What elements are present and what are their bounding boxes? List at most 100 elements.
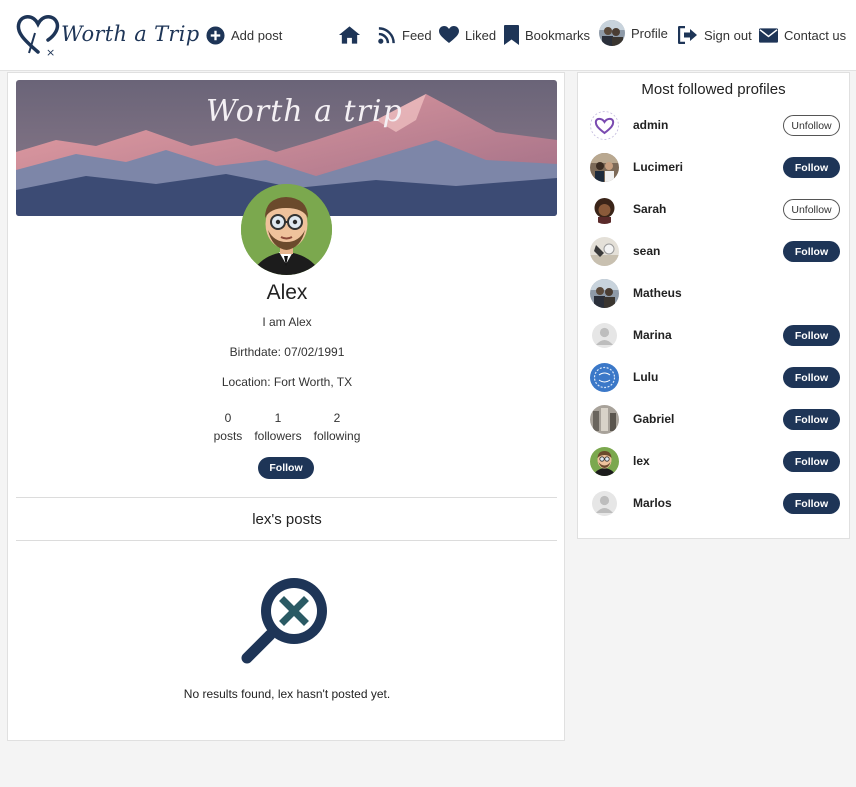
avatar — [590, 363, 619, 392]
profile-row-admin[interactable]: admin Unfollow — [590, 109, 840, 141]
profile-row-sarah[interactable]: Sarah Unfollow — [590, 193, 840, 225]
site-logo[interactable]: × Worth a Trip — [16, 12, 199, 59]
avatar — [590, 447, 619, 476]
sidebar-title: Most followed profiles — [641, 81, 786, 98]
follow-button[interactable]: Follow — [783, 493, 840, 514]
follow-button[interactable]: Follow — [783, 451, 840, 472]
nav-contact-label: Contact us — [784, 27, 847, 43]
nav-add-post-label: Add post — [231, 27, 283, 43]
nav-liked[interactable]: Liked — [439, 22, 496, 48]
photo-avatar-icon — [590, 153, 619, 182]
stat-followers-label: followers — [254, 429, 302, 443]
nav-add-post[interactable]: Add post — [206, 22, 282, 48]
banner-title: Worth a trip — [206, 94, 403, 129]
nav-sign-out-label: Sign out — [704, 27, 752, 43]
profile-name: Sarah — [633, 202, 667, 216]
photo-avatar-icon — [590, 363, 619, 392]
follow-button[interactable]: Follow — [258, 457, 314, 479]
profile-row-lulu[interactable]: Lulu Follow — [590, 361, 840, 393]
stat-followers-value: 1 — [274, 411, 282, 425]
envelope-icon — [759, 27, 778, 43]
profile-name: Gabriel — [633, 412, 675, 426]
stat-following-label: following — [313, 429, 361, 443]
heart-avatar-icon — [590, 111, 619, 140]
profile-avatar — [241, 184, 332, 275]
photo-avatar-icon — [590, 195, 619, 224]
follow-button[interactable]: Follow — [783, 325, 840, 346]
stat-posts-value: 0 — [224, 411, 232, 425]
nav-liked-label: Liked — [465, 27, 497, 43]
nav-profile[interactable]: Profile — [599, 20, 668, 46]
avatar — [590, 153, 619, 182]
heart-icon — [439, 26, 459, 43]
unfollow-button[interactable]: Unfollow — [783, 199, 840, 220]
profile-name: Matheus — [633, 286, 682, 300]
stat-following[interactable]: 2 following — [313, 409, 362, 445]
nav-feed[interactable]: Feed — [377, 22, 432, 48]
nav-contact[interactable]: Contact us — [759, 22, 846, 48]
cartoon-avatar-image — [241, 184, 332, 275]
unfollow-button[interactable]: Unfollow — [783, 115, 840, 136]
profile-row-matheus[interactable]: Matheus — [590, 277, 840, 309]
stat-following-value: 2 — [333, 411, 341, 425]
nav-feed-label: Feed — [402, 27, 432, 43]
stat-posts: 0 posts — [213, 409, 244, 445]
profile-name: Lucimeri — [633, 160, 684, 174]
profile-birthdate: Birthdate: 07/02/1991 — [229, 345, 345, 359]
avatar — [590, 111, 619, 140]
search-no-results-icon — [241, 578, 327, 664]
follow-button[interactable]: Follow — [783, 157, 840, 178]
profile-row-lex[interactable]: lex Follow — [590, 445, 840, 477]
profile-name: sean — [633, 244, 661, 258]
most-followed-sidebar: Most followed profiles admin Unfollow Lu… — [577, 72, 850, 539]
profile-stats: 0 posts 1 followers 2 following — [8, 409, 566, 445]
profile-row-sean[interactable]: sean Follow — [590, 235, 840, 267]
default-user-icon — [592, 323, 617, 348]
top-navbar: × Worth a Trip Add post Feed Liked Bookm… — [0, 0, 856, 71]
sign-out-icon — [678, 26, 697, 44]
photo-avatar-icon — [590, 279, 619, 308]
profile-name: Alex — [266, 281, 308, 304]
profile-name: lex — [633, 454, 650, 468]
avatar — [590, 405, 619, 434]
nav-profile-label: Profile — [631, 25, 668, 41]
rss-feed-icon — [378, 26, 395, 44]
avatar — [590, 489, 619, 518]
logo-text: Worth a Trip — [61, 22, 200, 46]
default-user-icon — [592, 491, 617, 516]
stat-posts-label: posts — [213, 429, 243, 443]
profile-name: Marina — [633, 328, 672, 342]
profile-row-marlos[interactable]: Marlos Follow — [590, 487, 840, 519]
stat-followers[interactable]: 1 followers — [253, 409, 302, 445]
avatar — [590, 321, 619, 350]
bookmark-icon — [504, 25, 519, 45]
divider — [16, 497, 557, 498]
follow-button[interactable]: Follow — [783, 241, 840, 262]
profile-row-lucimeri[interactable]: Lucimeri Follow — [590, 151, 840, 183]
profile-row-marina[interactable]: Marina Follow — [590, 319, 840, 351]
profile-name: Marlos — [633, 496, 672, 510]
avatar — [590, 237, 619, 266]
nav-home[interactable] — [338, 22, 361, 48]
profile-panel: Worth a trip Alex I am Alex Birthdate: 0… — [7, 72, 565, 741]
nav-bookmarks[interactable]: Bookmarks — [504, 22, 590, 48]
follow-button[interactable]: Follow — [783, 367, 840, 388]
nav-bookmarks-label: Bookmarks — [525, 27, 591, 43]
cartoon-avatar-icon — [590, 447, 619, 476]
avatar — [590, 279, 619, 308]
home-icon — [338, 26, 361, 44]
profile-avatar-icon — [599, 20, 625, 46]
profile-location: Location: Fort Worth, TX — [221, 375, 353, 389]
plus-circle-icon — [206, 25, 225, 45]
no-results-message: No results found, lex hasn't posted yet. — [183, 687, 391, 701]
photo-avatar-icon — [590, 237, 619, 266]
profile-name: admin — [633, 118, 669, 132]
follow-button[interactable]: Follow — [783, 409, 840, 430]
profile-bio: I am Alex — [262, 315, 312, 329]
photo-avatar-icon — [590, 405, 619, 434]
nav-sign-out[interactable]: Sign out — [678, 22, 752, 48]
avatar — [590, 195, 619, 224]
heart-logo-icon: × — [16, 15, 60, 59]
profile-row-gabriel[interactable]: Gabriel Follow — [590, 403, 840, 435]
divider — [16, 540, 557, 541]
